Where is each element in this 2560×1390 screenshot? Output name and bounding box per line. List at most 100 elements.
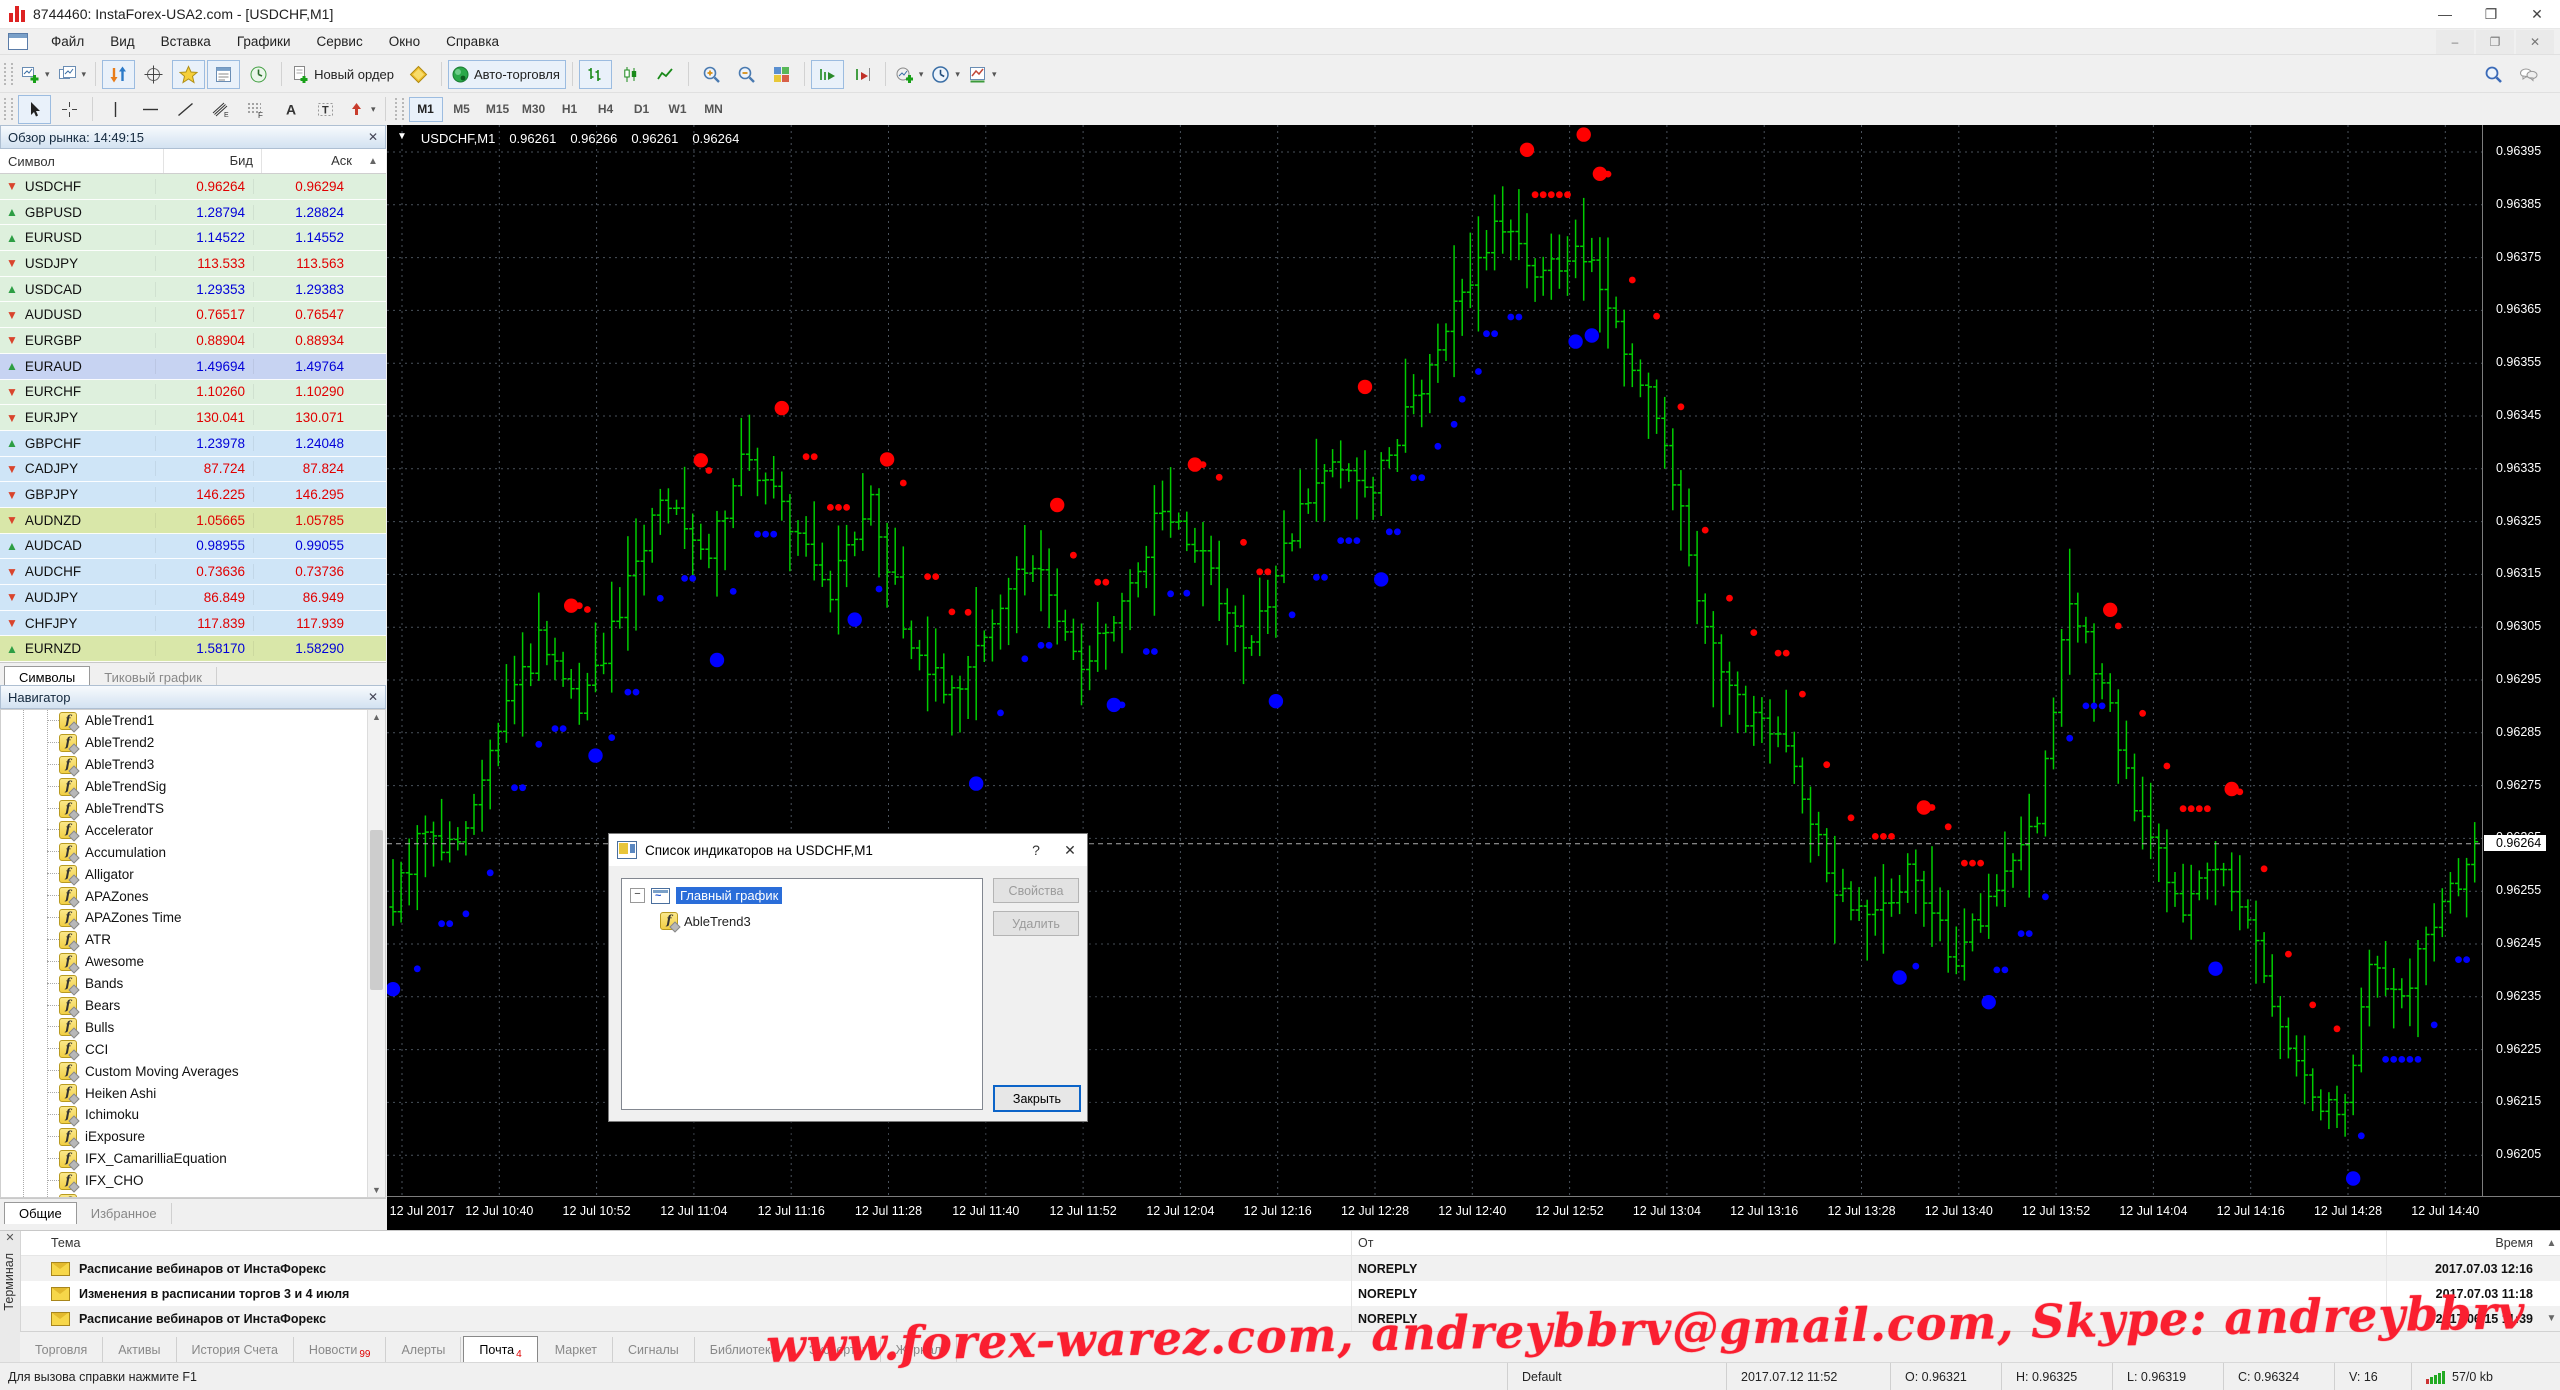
tree-collapse-icon[interactable]: − — [630, 888, 645, 903]
scroll-up-icon[interactable]: ▲ — [2543, 1238, 2560, 1249]
scroll-down-icon[interactable]: ▼ — [2547, 1313, 2557, 1324]
terminal-tab-история-счета[interactable]: История Счета — [177, 1337, 294, 1363]
delete-button[interactable]: Удалить — [993, 911, 1079, 936]
market-watch-row-gbpjpy[interactable]: ▼GBPJPY146.225146.295 — [0, 482, 386, 508]
navigator-item-abletrend3[interactable]: fAbleTrend3 — [1, 754, 385, 776]
navigator-item-abletrendts[interactable]: fAbleTrendTS — [1, 798, 385, 820]
arrows-button[interactable]: ▾ — [344, 95, 379, 124]
navigator-item-bands[interactable]: fBands — [1, 973, 385, 995]
navigator-item-ichimoku[interactable]: fIchimoku — [1, 1104, 385, 1126]
strategy-tester-button[interactable] — [242, 60, 275, 89]
tab-favorites[interactable]: Избранное — [77, 1203, 172, 1224]
maximize-button[interactable]: ❐ — [2468, 0, 2514, 28]
auto-scroll-button[interactable] — [811, 60, 844, 89]
indicators-list-button[interactable]: ▾ — [892, 60, 927, 89]
navigator-item-awesome[interactable]: fAwesome — [1, 951, 385, 973]
market-watch-row-gbpchf[interactable]: ▲GBPCHF1.239781.24048 — [0, 431, 386, 457]
menu-файл[interactable]: Файл — [38, 34, 97, 49]
market-watch-header[interactable]: Символ Бид Аск ▲ — [0, 149, 386, 174]
market-watch-row-usdcad[interactable]: ▲USDCAD1.293531.29383 — [0, 277, 386, 303]
timeframe-h1[interactable]: H1 — [553, 97, 587, 122]
terminal-close-icon[interactable]: ✕ — [0, 1231, 20, 1244]
metaeditor-button[interactable] — [402, 60, 435, 89]
timeframe-d1[interactable]: D1 — [625, 97, 659, 122]
timeframe-m15[interactable]: M15 — [481, 97, 515, 122]
navigator-button[interactable] — [172, 60, 205, 89]
zoom-out-button[interactable] — [730, 60, 763, 89]
minimize-button[interactable]: — — [2422, 0, 2468, 28]
scroll-up-icon[interactable]: ▲ — [368, 712, 385, 722]
child-restore-button[interactable]: ❐ — [2476, 30, 2514, 54]
navigator-item-abletrendsig[interactable]: fAbleTrendSig — [1, 776, 385, 798]
trendline-button[interactable] — [169, 95, 202, 124]
market-watch-button[interactable] — [102, 60, 135, 89]
market-watch-row-eurjpy[interactable]: ▼EURJPY130.041130.071 — [0, 405, 386, 431]
dropdown-caret-icon[interactable]: ▾ — [992, 69, 997, 80]
toolbar-grip[interactable] — [4, 98, 13, 120]
menu-графики[interactable]: Графики — [224, 34, 304, 49]
child-minimize-button[interactable]: – — [2436, 30, 2474, 54]
dialog-help-button[interactable]: ? — [1019, 842, 1053, 858]
new-chart-button[interactable]: ▾ — [18, 60, 53, 89]
timeframe-m5[interactable]: M5 — [445, 97, 479, 122]
timeframe-mn[interactable]: MN — [697, 97, 731, 122]
terminal-tab-новости[interactable]: Новости99 — [294, 1337, 387, 1363]
timeframe-m1[interactable]: M1 — [409, 97, 443, 122]
dropdown-caret-icon[interactable]: ▾ — [45, 69, 50, 80]
auto-trading-button[interactable]: Авто-торговля — [448, 60, 566, 89]
navigator-item-ifx-donchian[interactable]: fIFX_Donchian — [1, 1192, 385, 1198]
navigator-item-abletrend2[interactable]: fAbleTrend2 — [1, 732, 385, 754]
navigator-tree[interactable]: fAbleTrend1fAbleTrend2fAbleTrend3fAbleTr… — [0, 709, 386, 1198]
child-close-button[interactable]: ✕ — [2516, 30, 2554, 54]
market-watch-row-gbpusd[interactable]: ▲GBPUSD1.287941.28824 — [0, 200, 386, 226]
dropdown-caret-icon[interactable]: ▾ — [371, 104, 376, 115]
market-watch-row-eurnzd[interactable]: ▲EURNZD1.581701.58290 — [0, 636, 386, 662]
status-profile[interactable]: Default — [1507, 1363, 1726, 1390]
templates-button[interactable]: ▾ — [965, 60, 1000, 89]
market-watch-row-eurchf[interactable]: ▼EURCHF1.102601.10290 — [0, 380, 386, 406]
time-axis[interactable]: 12 Jul 201712 Jul 10:4012 Jul 10:5212 Ju… — [387, 1196, 2560, 1230]
market-watch-row-cadjpy[interactable]: ▼CADJPY87.72487.824 — [0, 457, 386, 483]
navigator-item-custom-moving-averages[interactable]: fCustom Moving Averages — [1, 1060, 385, 1082]
navigator-scrollbar[interactable]: ▲ ▼ — [367, 710, 385, 1197]
dropdown-caret-icon[interactable]: ▾ — [82, 69, 87, 80]
market-watch-row-audnzd[interactable]: ▼AUDNZD1.056651.05785 — [0, 508, 386, 534]
menu-вид[interactable]: Вид — [97, 34, 147, 49]
navigator-item-cci[interactable]: fCCI — [1, 1038, 385, 1060]
market-watch-row-usdchf[interactable]: ▼USDCHF0.962640.96294 — [0, 174, 386, 200]
menu-справка[interactable]: Справка — [433, 34, 512, 49]
navigator-close-icon[interactable]: ✕ — [368, 690, 378, 704]
terminal-tab-алерты[interactable]: Алерты — [386, 1337, 461, 1363]
terminal-panel-button[interactable] — [207, 60, 240, 89]
market-watch-row-eurgbp[interactable]: ▼EURGBP0.889040.88934 — [0, 328, 386, 354]
text-label-button[interactable]: T — [309, 95, 342, 124]
indicators-tree[interactable]: − Главный график f AbleTrend3 — [621, 878, 983, 1110]
zoom-in-button[interactable] — [695, 60, 728, 89]
terminal-tab-почта[interactable]: Почта4 — [463, 1336, 537, 1363]
navigator-item-apazones-time[interactable]: fAPAZones Time — [1, 907, 385, 929]
navigator-item-ifx-camarilliaequation[interactable]: fIFX_CamarilliaEquation — [1, 1148, 385, 1170]
terminal-tab-маркет[interactable]: Маркет — [540, 1337, 613, 1363]
navigator-item-ifx-cho[interactable]: fIFX_CHO — [1, 1170, 385, 1192]
new-order-button[interactable]: Новый ордер — [288, 60, 400, 89]
mailbox-header[interactable]: Тема От Время ▲ — [21, 1231, 2560, 1256]
market-watch-row-usdjpy[interactable]: ▼USDJPY113.533113.563 — [0, 251, 386, 277]
navigator-item-accelerator[interactable]: fAccelerator — [1, 819, 385, 841]
market-watch-row-audjpy[interactable]: ▼AUDJPY86.84986.949 — [0, 585, 386, 611]
fibonacci-button[interactable]: F — [239, 95, 272, 124]
terminal-tab-активы[interactable]: Активы — [103, 1337, 176, 1363]
text-button[interactable]: A — [274, 95, 307, 124]
chart-shift-button[interactable] — [846, 60, 879, 89]
market-watch-row-audchf[interactable]: ▼AUDCHF0.736360.73736 — [0, 559, 386, 585]
search-button[interactable] — [2477, 60, 2510, 89]
toolbar-grip[interactable] — [395, 98, 404, 120]
dialog-close-button[interactable]: ✕ — [1053, 842, 1087, 859]
tile-windows-button[interactable] — [765, 60, 798, 89]
market-watch-row-eurusd[interactable]: ▲EURUSD1.145221.14552 — [0, 225, 386, 251]
horizontal-line-button[interactable] — [134, 95, 167, 124]
market-watch-row-audcad[interactable]: ▲AUDCAD0.989550.99055 — [0, 534, 386, 560]
chevron-down-icon[interactable]: ▼ — [397, 131, 407, 146]
menu-вставка[interactable]: Вставка — [148, 34, 224, 49]
terminal-tab-сигналы[interactable]: Сигналы — [613, 1337, 695, 1363]
market-watch-row-chfjpy[interactable]: ▼CHFJPY117.839117.939 — [0, 611, 386, 637]
